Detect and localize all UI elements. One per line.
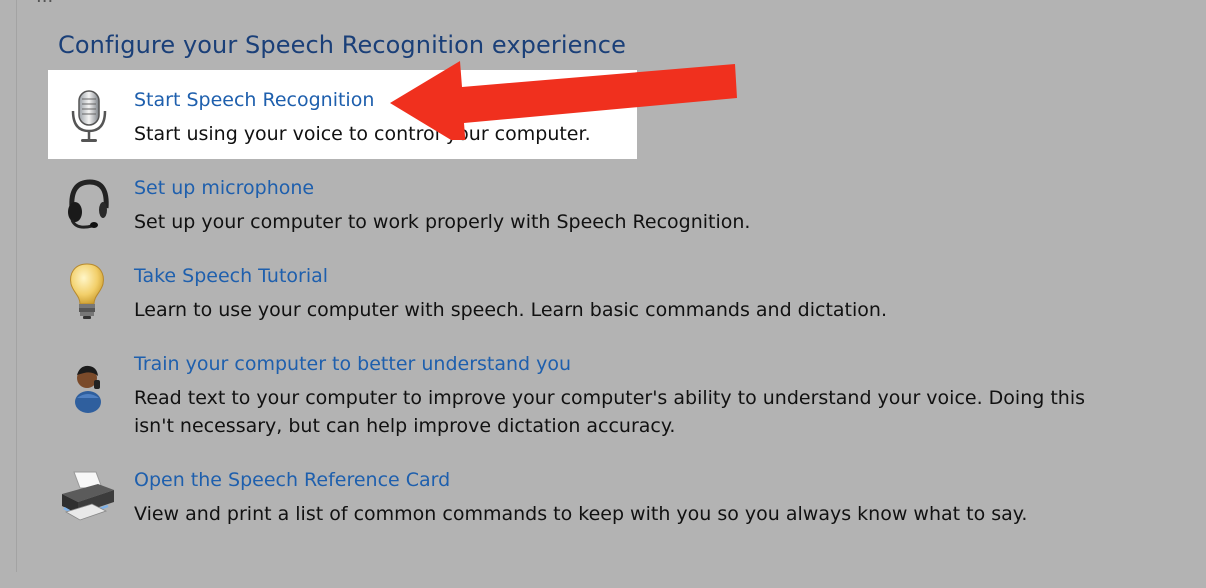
task-text: Set up microphone Set up your computer t… [134,176,1114,236]
task-description: Learn to use your computer with speech. … [134,299,887,321]
train-computer-link[interactable]: Train your computer to better understand… [134,352,1114,376]
open-reference-card-link[interactable]: Open the Speech Reference Card [134,468,1114,492]
lightbulb-icon [70,263,104,319]
set-up-microphone-link[interactable]: Set up microphone [134,176,1114,200]
clipped-heading-fragment: ... [36,0,53,7]
task-text: Train your computer to better understand… [134,352,1114,440]
take-speech-tutorial-link[interactable]: Take Speech Tutorial [134,264,1114,288]
task-text: Take Speech Tutorial Learn to use your c… [134,264,1114,324]
task-text: Open the Speech Reference Card View and … [134,468,1114,528]
microphone-icon [71,90,107,142]
task-description: View and print a list of common commands… [134,503,1028,525]
task-description: Set up your computer to work properly wi… [134,211,751,233]
headset-icon [68,179,109,229]
task-description: Read text to your computer to improve yo… [134,387,1086,437]
user-train-icon [75,365,101,413]
printer-icon [62,471,114,521]
panel-left-border [16,0,17,572]
annotation-arrow-icon [390,61,737,140]
